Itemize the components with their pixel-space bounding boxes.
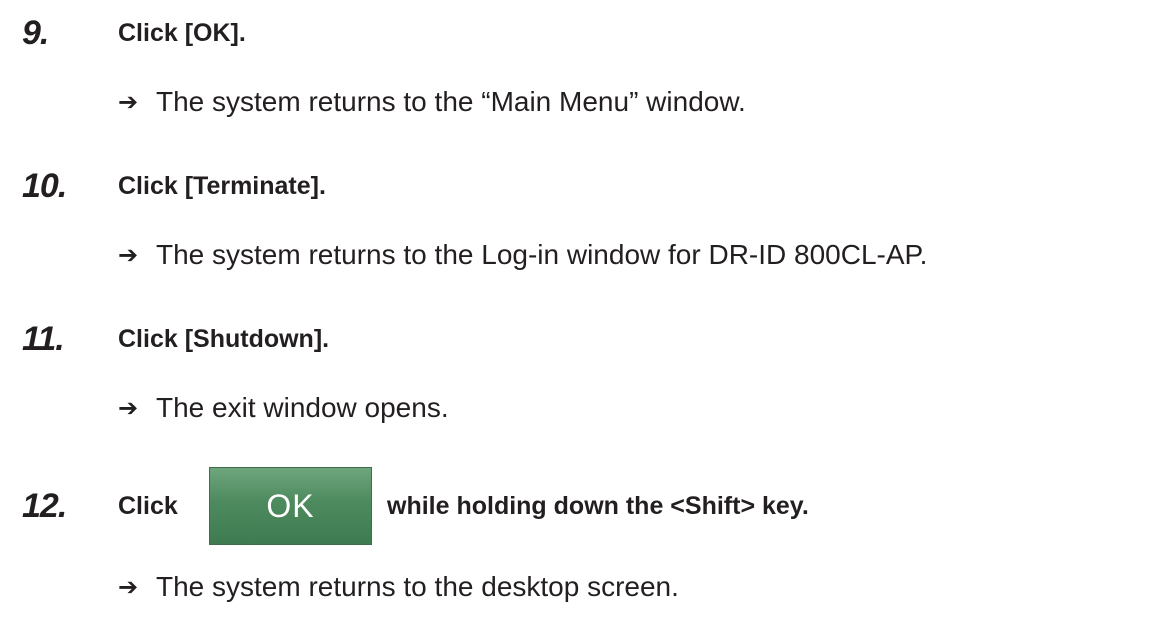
right-arrow-icon: ➔ [118,394,139,422]
step-number: 10. [22,167,67,205]
right-arrow-icon: ➔ [118,573,139,601]
step-10-result: ➔ The system returns to the Log-in windo… [0,233,1155,277]
right-arrow-icon: ➔ [118,241,139,269]
step-instruction: Click [Shutdown]. [118,325,330,353]
step-result: The system returns to the “Main Menu” wi… [156,86,746,117]
step-result: The system returns to the Log-in window … [156,239,928,270]
step-11-result: ➔ The exit window opens. [0,386,1155,430]
right-arrow-icon: ➔ [118,88,139,116]
step-number: 12. [22,487,67,525]
step-number: 11. [22,320,65,358]
ok-button[interactable]: OK [209,467,372,545]
step-result: The exit window opens. [156,392,449,423]
step-instruction: Click [OK]. [118,19,246,47]
step-instruction-suffix: while holding down the <Shift> key. [387,492,809,520]
step-10: 10. Click [Terminate]. [0,161,1155,211]
step-9: 9. Click [OK]. [0,8,1155,58]
step-12-result: ➔ The system returns to the desktop scre… [0,565,1155,609]
step-9-result: ➔ The system returns to the “Main Menu” … [0,80,1155,124]
step-instruction-prefix: Click [118,492,178,520]
step-number: 9. [22,14,49,52]
step-result: The system returns to the desktop screen… [156,571,679,602]
step-12: 12. Click while holding down the <Shift>… [0,481,1155,531]
step-instruction: Click [Terminate]. [118,172,326,200]
step-11: 11. Click [Shutdown]. [0,314,1155,364]
